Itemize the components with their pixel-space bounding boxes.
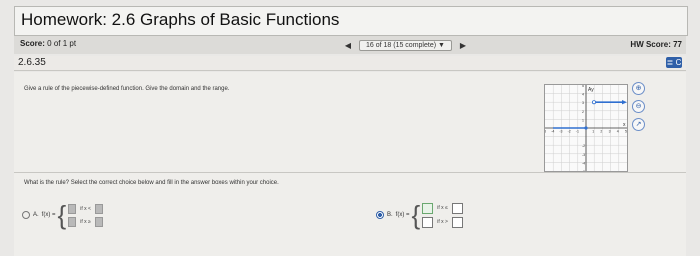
option-a-value-1-input[interactable] xyxy=(68,203,77,214)
x-axis-label: x xyxy=(623,122,626,128)
option-b-letter: B. xyxy=(387,212,393,218)
question-text: What is the rule? Select the correct cho… xyxy=(24,180,279,186)
question-position-dropdown[interactable]: 16 of 18 (15 complete) ▼ xyxy=(359,39,452,51)
option-a-cond-2: if x ≥ xyxy=(80,218,91,225)
option-a-row-2: if x ≥ xyxy=(68,216,103,227)
x-tick-label: 1 xyxy=(592,130,594,134)
option-a-value-2-input[interactable] xyxy=(68,216,77,227)
score-text: Score: 0 of 1 pt xyxy=(20,39,76,48)
x-tick-label: 4 xyxy=(617,130,619,134)
question-content: Give a rule of the piecewise-defined fun… xyxy=(14,72,686,256)
option-a-row-1: if x < xyxy=(68,203,103,214)
option-b-value-1-input[interactable] xyxy=(422,202,434,214)
option-a-bound-1-input[interactable] xyxy=(94,203,103,214)
graph-endpoint-open xyxy=(592,100,597,105)
x-tick-label: 2 xyxy=(600,130,602,134)
option-b-bound-1-input[interactable] xyxy=(451,202,463,214)
previous-question-button[interactable]: ◀ xyxy=(342,41,354,50)
option-b-rows: if x ≤ if x > xyxy=(422,202,463,228)
x-tick-label: -4 xyxy=(551,130,554,134)
question-nav: ◀ 16 of 18 (15 complete) ▼ ▶ xyxy=(342,39,469,51)
next-question-button[interactable]: ▶ xyxy=(457,41,469,50)
graph-endpoint-closed xyxy=(584,126,588,130)
option-b[interactable]: B. f(x) = { if x ≤ if x > xyxy=(376,202,463,228)
option-b-cond-1: if x ≤ xyxy=(437,205,448,211)
option-a-bound-2-input[interactable] xyxy=(94,216,103,227)
x-tick-label: -1 xyxy=(576,130,579,134)
zoom-out-icon[interactable]: ⊖ xyxy=(632,100,645,113)
score-label: Score: xyxy=(20,39,45,48)
question-position-text: 16 of 18 (15 complete) xyxy=(366,41,437,49)
graph-tools: ⊕ ⊖ ↗ xyxy=(632,82,645,131)
option-b-radio[interactable] xyxy=(376,211,384,219)
y-tick-label: -5 xyxy=(582,170,585,171)
y-tick-label: 5 xyxy=(582,85,584,88)
score-bar: Score: 0 of 1 pt ◀ 16 of 18 (15 complete… xyxy=(14,36,686,54)
page-title: Homework: 2.6 Graphs of Basic Functions xyxy=(21,10,340,29)
y-tick-label: 1 xyxy=(582,118,584,122)
option-b-bound-2-input[interactable] xyxy=(451,216,463,228)
option-a-radio[interactable] xyxy=(22,211,30,219)
option-a-cond-1: if x < xyxy=(80,205,91,212)
y-axis-label: Ay xyxy=(588,87,594,93)
section-divider xyxy=(14,172,686,173)
option-a[interactable]: A. f(x) = { if x < if x ≥ xyxy=(22,202,103,228)
option-b-row-2: if x > xyxy=(422,216,463,228)
score-value: 0 of 1 pt xyxy=(47,39,77,48)
menu-icon[interactable]: ≣ C xyxy=(666,57,682,68)
x-tick-label: 5 xyxy=(625,130,627,134)
graph-svg: Ay x 5 4 3 2 1 -2 -3 -4 -5 -5 -4 -3 -2 -1 1 2 3 4 5 xyxy=(543,84,627,174)
y-tick-label: -2 xyxy=(582,144,585,148)
x-tick-label: -2 xyxy=(568,130,571,134)
y-tick-label: -3 xyxy=(582,153,585,157)
x-tick-label: -3 xyxy=(559,130,562,134)
function-graph: Ay x 5 4 3 2 1 -2 -3 -4 -5 -5 -4 -3 -2 -1 1 2 3 4 5 xyxy=(543,84,628,174)
external-link-icon[interactable]: ↗ xyxy=(632,118,645,131)
option-b-cond-2: if x > xyxy=(437,219,448,225)
chevron-down-icon: ▼ xyxy=(438,41,445,49)
question-bar: 2.6.35 ≣ C xyxy=(14,56,686,71)
option-b-row-1: if x ≤ xyxy=(422,202,463,214)
option-a-letter: A. xyxy=(33,212,39,218)
y-tick-label: 2 xyxy=(582,110,584,114)
y-tick-label: 3 xyxy=(582,101,584,105)
x-tick-label: -5 xyxy=(545,130,546,134)
option-a-brace: { xyxy=(57,200,67,230)
option-a-rows: if x < if x ≥ xyxy=(68,203,103,227)
option-a-fx: f(x) = xyxy=(41,212,56,218)
y-tick-label: 4 xyxy=(582,93,584,97)
option-b-fx: f(x) = xyxy=(395,212,410,218)
title-bar: Homework: 2.6 Graphs of Basic Functions xyxy=(14,6,688,36)
graph-arrow-right xyxy=(622,100,627,105)
x-tick-label: 3 xyxy=(609,130,611,134)
zoom-in-icon[interactable]: ⊕ xyxy=(632,82,645,95)
question-prompt: Give a rule of the piecewise-defined fun… xyxy=(24,86,230,92)
option-b-brace: { xyxy=(411,200,421,230)
hw-score: HW Score: 77 xyxy=(630,40,682,49)
y-tick-label: -4 xyxy=(582,161,585,165)
option-b-value-2-input[interactable] xyxy=(422,216,434,228)
question-number: 2.6.35 xyxy=(18,57,46,68)
